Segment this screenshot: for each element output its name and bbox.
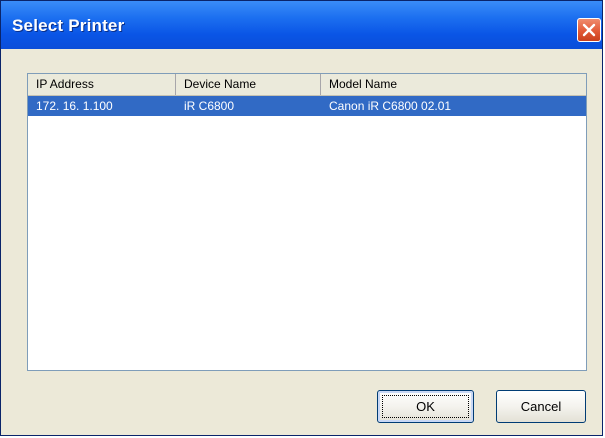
cancel-button[interactable]: Cancel xyxy=(496,390,586,423)
column-header-model-name[interactable]: Model Name xyxy=(321,74,586,95)
column-header-device-name[interactable]: Device Name xyxy=(176,74,321,95)
printer-list[interactable]: IP Address Device Name Model Name 172. 1… xyxy=(27,73,587,371)
close-button[interactable] xyxy=(577,18,601,42)
list-header: IP Address Device Name Model Name xyxy=(28,74,586,96)
cell-device-name: iR C6800 xyxy=(184,99,235,113)
title-bar[interactable]: Select Printer xyxy=(1,1,602,49)
column-header-ip-address[interactable]: IP Address xyxy=(28,74,176,95)
focus-rectangle xyxy=(382,395,469,418)
printer-row[interactable]: 172. 16. 1.100 iR C6800 Canon iR C6800 0… xyxy=(28,96,586,116)
cell-ip-address: 172. 16. 1.100 xyxy=(36,99,113,113)
cancel-button-label: Cancel xyxy=(520,399,562,414)
cell-model-name: Canon iR C6800 02.01 xyxy=(329,99,452,113)
select-printer-dialog: Select Printer IP Address Device Name Mo… xyxy=(0,0,603,436)
list-body: 172. 16. 1.100 iR C6800 Canon iR C6800 0… xyxy=(28,96,586,116)
dialog-title: Select Printer xyxy=(12,16,125,35)
ok-button[interactable]: OK xyxy=(377,390,474,423)
close-icon xyxy=(582,23,596,37)
